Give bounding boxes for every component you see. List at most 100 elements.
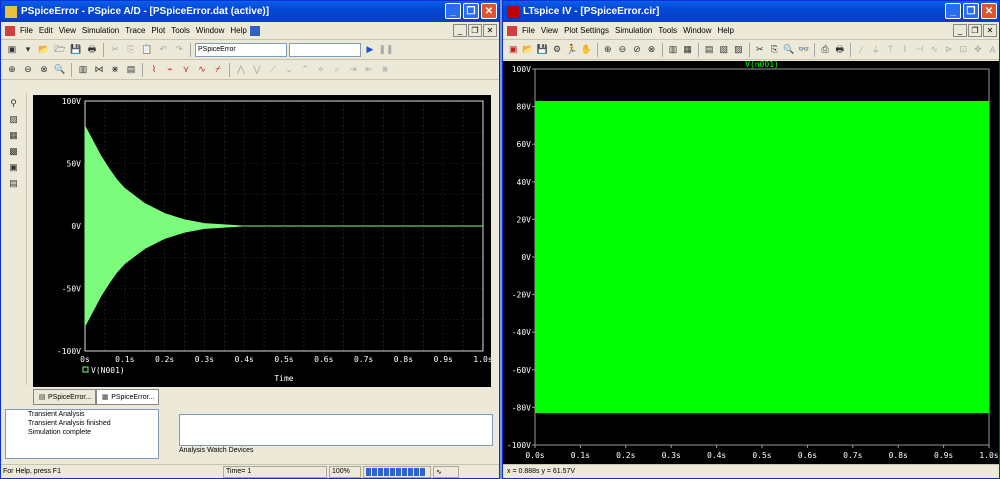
output-pane[interactable]: Transient Analysis Transient Analysis fi…	[5, 409, 159, 459]
binoculars-icon[interactable]: 👓	[797, 43, 810, 57]
probe-icon[interactable]: ⚲	[8, 97, 20, 109]
mdi-minimize-button[interactable]: _	[953, 24, 967, 37]
new-icon[interactable]: ▣	[5, 43, 19, 57]
capacitor-icon[interactable]: ⊣	[913, 43, 926, 57]
power-marker-icon[interactable]: ▩	[8, 145, 20, 157]
cursor-mark-icon[interactable]: ⋇	[378, 63, 392, 77]
mdi-restore-button[interactable]: ❐	[468, 24, 482, 37]
menu-simulation[interactable]: Simulation	[612, 26, 655, 35]
cursor-prev-icon[interactable]: ⇤	[362, 63, 376, 77]
simulation-status-pane[interactable]	[179, 414, 493, 446]
text-icon[interactable]: A	[986, 43, 999, 57]
menu-tools[interactable]: Tools	[655, 26, 680, 35]
control-panel-icon[interactable]: ⚙	[551, 43, 564, 57]
tab-watch[interactable]: Watch	[207, 447, 227, 454]
maximize-button[interactable]: ❐	[963, 3, 979, 19]
save-icon[interactable]: 💾	[536, 43, 549, 57]
tile-vertical-icon[interactable]: ▧	[717, 43, 730, 57]
performance-icon[interactable]: ▤	[124, 63, 138, 77]
zoom-area-icon[interactable]: ⊗	[37, 63, 51, 77]
eval-goal-icon[interactable]: ⌁	[163, 63, 177, 77]
cut-icon[interactable]: ✂	[108, 43, 122, 57]
zoom-out-icon[interactable]: ⊘	[631, 43, 644, 57]
close-button[interactable]: ✕	[481, 3, 497, 19]
pspice-plot-area[interactable]: 100V 50V 0V -50V -100V 0s 0.1s 0.2s 0.3s 0.4s 0.5s…	[33, 95, 493, 387]
cursor-min-icon[interactable]: ⌄	[282, 63, 296, 77]
menu-trace[interactable]: Trace	[122, 26, 148, 35]
ground-icon[interactable]: ⏚	[870, 43, 883, 57]
zoom-in-icon[interactable]: ⊕	[5, 63, 19, 77]
pause-icon[interactable]: ❚❚	[378, 43, 393, 57]
voltage-marker-icon[interactable]: ▨	[8, 113, 20, 125]
log-x-icon[interactable]: ⋈	[92, 63, 106, 77]
cursor-trough-icon[interactable]: ⋁	[250, 63, 264, 77]
dropdown-icon[interactable]: ▾	[21, 43, 35, 57]
zoom-fit-icon[interactable]: 🔍	[53, 63, 67, 77]
menu-help[interactable]: Help	[715, 26, 737, 35]
redo-icon[interactable]: ↷	[172, 43, 186, 57]
print-preview-icon[interactable]: ⎙	[819, 43, 832, 57]
tab-analysis[interactable]: Analysis	[179, 447, 205, 454]
move-icon[interactable]: ✥	[972, 43, 985, 57]
new-schematic-icon[interactable]: ▣	[507, 43, 520, 57]
halt-icon[interactable]: ✋	[580, 43, 593, 57]
open-folder-icon[interactable]: 🗁	[53, 43, 67, 57]
cut-icon[interactable]: ✂	[754, 43, 767, 57]
pspice-titlebar[interactable]: PSpiceError - PSpice A/D - [PSpiceError.…	[1, 1, 499, 22]
tile-horizontal-icon[interactable]: ▤	[703, 43, 716, 57]
component-icon[interactable]: ⊡	[957, 43, 970, 57]
ltspice-titlebar[interactable]: LTspice IV - [PSpiceError.cir] _ ❐ ✕	[503, 1, 999, 22]
copy-icon[interactable]: ⎘	[768, 43, 781, 57]
paste-icon[interactable]: 📋	[140, 43, 154, 57]
label-icon[interactable]: ⊤	[884, 43, 897, 57]
undo-icon[interactable]: ↶	[156, 43, 170, 57]
menu-file[interactable]: File	[519, 26, 538, 35]
axis-settings-icon[interactable]: ▥	[76, 63, 90, 77]
inductor-icon[interactable]: ∿	[928, 43, 941, 57]
print-icon[interactable]: 🖶	[85, 43, 99, 57]
simulation-profile-input[interactable]: PSpiceError	[195, 42, 287, 57]
toggle-cursor-icon[interactable]: ⌿	[211, 63, 225, 77]
layout-icon[interactable]: ▤	[8, 177, 20, 189]
menu-simulation[interactable]: Simulation	[79, 26, 122, 35]
find-icon[interactable]: 🔍	[783, 43, 796, 57]
menu-help[interactable]: Help	[227, 26, 249, 35]
add-trace-icon[interactable]: ⌇	[147, 63, 161, 77]
mark-label-icon[interactable]: ∿	[195, 63, 209, 77]
current-marker-icon[interactable]: ▦	[8, 129, 20, 141]
autorange-icon[interactable]: ▥	[667, 43, 680, 57]
zoom-pan-icon[interactable]: ⊖	[616, 43, 629, 57]
run-icon[interactable]: 🏃	[565, 43, 578, 57]
minimize-button[interactable]: _	[445, 3, 461, 19]
mdi-minimize-button[interactable]: _	[453, 24, 467, 37]
run-icon[interactable]: ▶	[363, 43, 377, 57]
menu-plot[interactable]: Plot	[148, 26, 168, 35]
ltspice-plot-area[interactable]: V(n001) 100V 80V 60V 40V 20V 0V -20V -40V -60V -80…	[503, 60, 999, 465]
cursor-icon[interactable]: ⋎	[179, 63, 193, 77]
menu-plot-settings[interactable]: Plot Settings	[561, 26, 612, 35]
tab-pspiceerror-2[interactable]: ▦ PSpiceError...	[96, 389, 160, 405]
tab-devices[interactable]: Devices	[229, 447, 254, 454]
open-icon[interactable]: 📂	[522, 43, 535, 57]
add-trace-icon[interactable]: ▦	[681, 43, 694, 57]
menu-edit[interactable]: Edit	[36, 26, 56, 35]
save-icon[interactable]: 💾	[69, 43, 83, 57]
maximize-button[interactable]: ❐	[463, 3, 479, 19]
mdi-restore-button[interactable]: ❐	[968, 24, 982, 37]
bias-view-icon[interactable]: ▣	[8, 161, 20, 173]
zoom-fit-icon[interactable]: ⊗	[645, 43, 658, 57]
print-icon[interactable]: 🖶	[833, 43, 846, 57]
minimize-button[interactable]: _	[945, 3, 961, 19]
cursor-next-icon[interactable]: ⇥	[346, 63, 360, 77]
zoom-in-icon[interactable]: ⊕	[601, 43, 614, 57]
cursor-search-icon[interactable]: ⌕	[330, 63, 344, 77]
cursor-slope-icon[interactable]: ⟋	[266, 63, 280, 77]
mdi-close-button[interactable]: ✕	[983, 24, 997, 37]
cursor-max-icon[interactable]: ⌃	[298, 63, 312, 77]
wire-icon[interactable]: ∕	[855, 43, 868, 57]
cursor-point-icon[interactable]: ⋄	[314, 63, 328, 77]
copy-icon[interactable]: ⎘	[124, 43, 138, 57]
tab-pspiceerror-1[interactable]: ▤ PSpiceError...	[33, 389, 97, 405]
diode-icon[interactable]: ⊳	[942, 43, 955, 57]
menu-tools[interactable]: Tools	[168, 26, 193, 35]
